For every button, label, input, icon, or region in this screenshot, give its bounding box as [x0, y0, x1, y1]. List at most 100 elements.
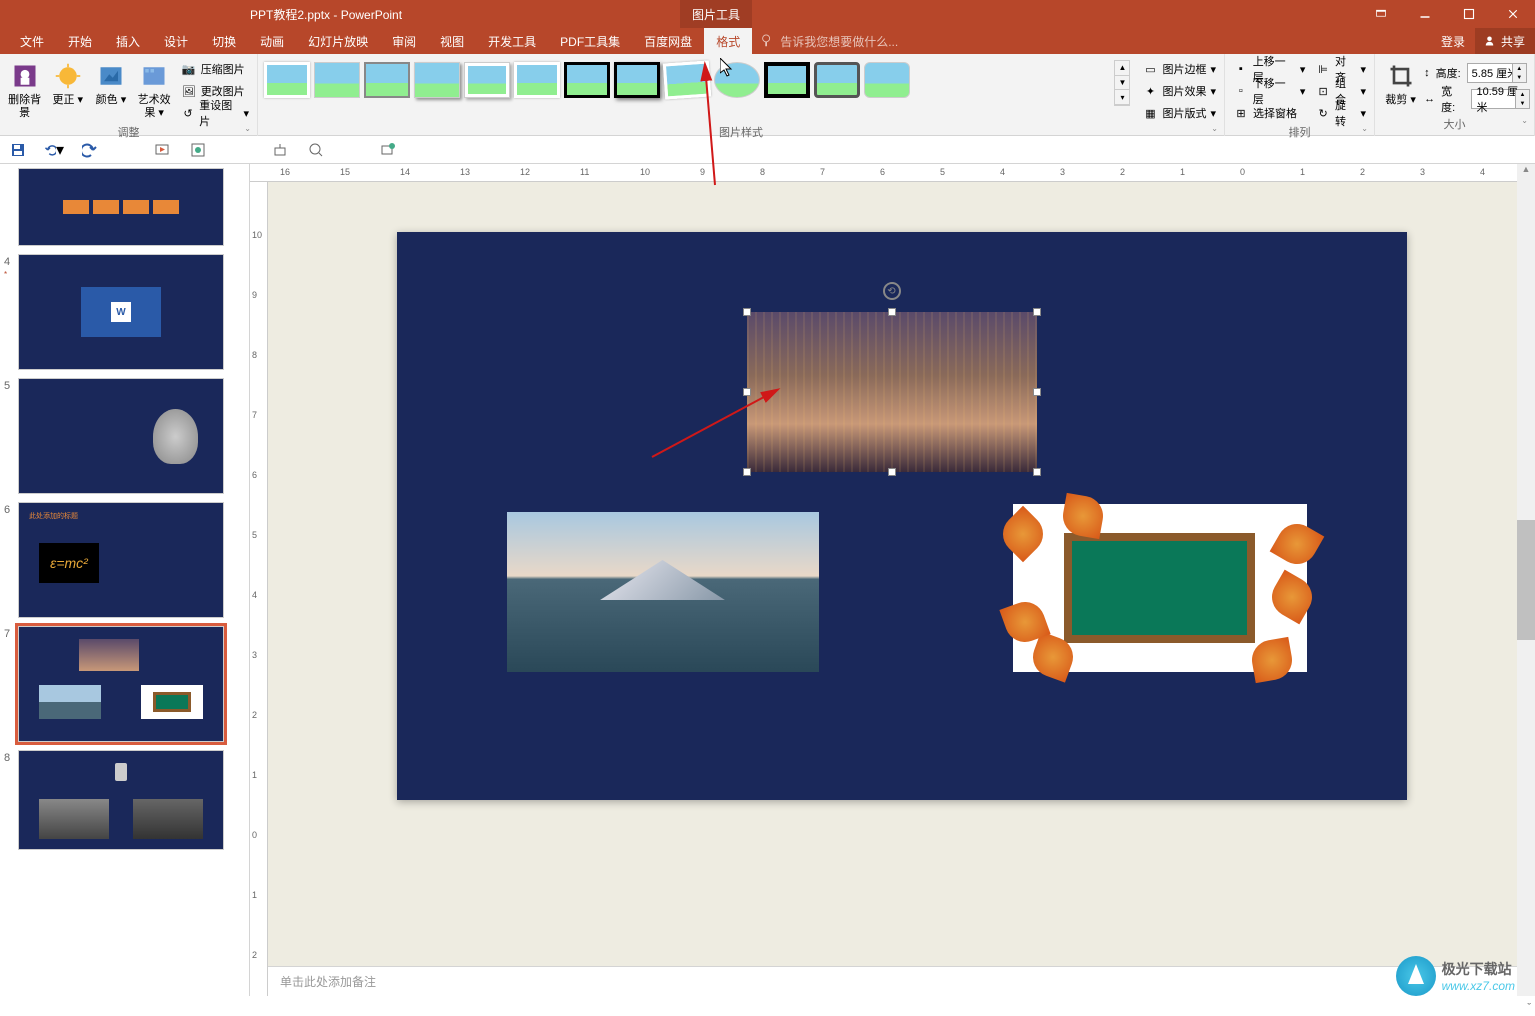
title-bar: PPT教程2.pptx - PowerPoint 图片工具 [0, 0, 1535, 28]
watermark-icon [1396, 956, 1436, 996]
picture-style-item[interactable] [564, 62, 610, 98]
resize-handle-nw[interactable] [743, 308, 751, 316]
scroll-thumb[interactable] [1517, 520, 1535, 640]
rotate-button[interactable]: ↻旋转 ▾ [1311, 102, 1370, 124]
qat-button-2[interactable] [270, 140, 290, 160]
selection-pane-button[interactable]: ⊞选择窗格 [1229, 102, 1309, 124]
undo-button[interactable]: ▾ [44, 140, 64, 160]
compress-pictures-button[interactable]: 📷压缩图片 [177, 58, 253, 80]
slide-thumbnail-8[interactable] [18, 750, 224, 850]
picture-style-item[interactable] [314, 62, 360, 98]
picture-style-item[interactable] [764, 62, 810, 98]
image-chalkboard-leaves[interactable] [1013, 504, 1307, 672]
vertical-scrollbar[interactable]: ▲ [1517, 164, 1535, 996]
corrections-button[interactable]: 更正 ▾ [47, 56, 88, 107]
vertical-ruler[interactable]: 10987654321012345678910 [250, 182, 268, 996]
image-mountain[interactable] [507, 512, 819, 672]
tab-animations[interactable]: 动画 [248, 28, 296, 54]
picture-layout-button[interactable]: ▦图片版式 ▾ [1138, 102, 1220, 124]
tab-format[interactable]: 格式 [704, 28, 752, 54]
height-down[interactable]: ▼ [1513, 73, 1526, 82]
slide-thumbnail-3-partial[interactable] [18, 168, 224, 246]
tab-file[interactable]: 文件 [8, 28, 56, 54]
save-button[interactable] [8, 140, 28, 160]
maximize-button[interactable] [1447, 0, 1491, 28]
ribbon-options-button[interactable] [1359, 0, 1403, 28]
resize-handle-e[interactable] [1033, 388, 1041, 396]
resize-handle-w[interactable] [743, 388, 751, 396]
width-down[interactable]: ▼ [1516, 99, 1529, 108]
picture-style-item[interactable] [614, 62, 660, 98]
share-button[interactable]: 共享 [1475, 28, 1535, 54]
qat-button[interactable] [188, 140, 208, 160]
close-button[interactable] [1491, 0, 1535, 28]
gallery-scroll-down[interactable]: ▼ [1115, 76, 1129, 91]
resize-handle-n[interactable] [888, 308, 896, 316]
resize-handle-s[interactable] [888, 468, 896, 476]
resize-handle-ne[interactable] [1033, 308, 1041, 316]
tab-pdf-tools[interactable]: PDF工具集 [548, 28, 632, 54]
picture-style-item[interactable] [264, 62, 310, 98]
send-backward-button[interactable]: ▫下移一层 ▾ [1229, 80, 1309, 102]
image-city-night[interactable]: ⟲ [747, 312, 1037, 472]
watermark: 极光下载站 www.xz7.com [1396, 956, 1515, 996]
watermark-en: www.xz7.com [1442, 979, 1515, 993]
slide-thumbnail-7[interactable] [18, 626, 224, 742]
tab-transitions[interactable]: 切换 [200, 28, 248, 54]
qat-button-4[interactable] [378, 140, 398, 160]
redo-button[interactable] [80, 140, 100, 160]
tab-slideshow[interactable]: 幻灯片放映 [296, 28, 380, 54]
qat-button-3[interactable] [306, 140, 326, 160]
picture-style-item[interactable] [364, 62, 410, 98]
resize-handle-se[interactable] [1033, 468, 1041, 476]
artistic-effects-button[interactable]: 艺术效果 ▾ [134, 56, 175, 120]
context-tab-label: 图片工具 [680, 0, 752, 28]
slide-thumbnail-panel[interactable]: 4* W 5 6 此处添加的标题 ε=mc² 7 [0, 164, 250, 996]
picture-style-item[interactable] [663, 60, 711, 99]
slide-number-6: 6 [4, 502, 18, 618]
slide-thumbnail-6[interactable]: 此处添加的标题 ε=mc² [18, 502, 224, 618]
tab-view[interactable]: 视图 [428, 28, 476, 54]
width-up[interactable]: ▲ [1516, 90, 1529, 99]
reset-picture-button[interactable]: ↺重设图片 ▾ [177, 102, 253, 124]
rotate-handle[interactable]: ⟲ [883, 282, 901, 300]
slide-thumbnail-4[interactable]: W [18, 254, 224, 370]
slide-thumbnail-5[interactable] [18, 378, 224, 494]
scroll-up-button[interactable]: ▲ [1517, 164, 1535, 180]
login-button[interactable]: 登录 [1431, 33, 1475, 50]
picture-border-button[interactable]: ▭图片边框 ▾ [1138, 58, 1220, 80]
minimize-button[interactable] [1403, 0, 1447, 28]
tab-review[interactable]: 审阅 [380, 28, 428, 54]
slide-canvas[interactable]: ⟲ [397, 232, 1407, 800]
width-input[interactable]: 10.59 厘米 ▲▼ [1471, 89, 1530, 109]
crop-button[interactable]: 裁剪 ▾ [1379, 56, 1422, 107]
main-area: 4* W 5 6 此处添加的标题 ε=mc² 7 [0, 164, 1535, 996]
remove-background-button[interactable]: 删除背景 [4, 56, 45, 120]
tab-design[interactable]: 设计 [152, 28, 200, 54]
notes-pane[interactable]: 单击此处添加备注 [268, 966, 1535, 996]
tell-me-search[interactable]: 告诉我您想要做什么... [752, 33, 898, 50]
picture-styles-gallery[interactable] [262, 56, 1112, 100]
picture-style-item[interactable] [464, 62, 510, 98]
tab-developer[interactable]: 开发工具 [476, 28, 548, 54]
resize-handle-sw[interactable] [743, 468, 751, 476]
gallery-more[interactable]: ▾ [1115, 90, 1129, 105]
tab-home[interactable]: 开始 [56, 28, 104, 54]
gallery-scroll-up[interactable]: ▲ [1115, 61, 1129, 76]
picture-effects-button[interactable]: ✦图片效果 ▾ [1138, 80, 1220, 102]
picture-style-item[interactable] [814, 62, 860, 98]
tab-insert[interactable]: 插入 [104, 28, 152, 54]
picture-style-item[interactable] [514, 62, 560, 98]
horizontal-ruler[interactable]: 1615141312111098765432101234567891011121… [250, 164, 1535, 182]
collapse-ribbon-button[interactable]: ˇ [1527, 1002, 1531, 1014]
start-from-beginning-button[interactable] [152, 140, 172, 160]
picture-style-item[interactable] [714, 62, 760, 98]
height-input[interactable]: 5.85 厘米 ▲▼ [1467, 63, 1527, 83]
color-button[interactable]: 颜色 ▾ [90, 56, 131, 107]
tab-baidu-netdisk[interactable]: 百度网盘 [632, 28, 704, 54]
slide-number-4: 4* [4, 254, 18, 370]
picture-style-item[interactable] [414, 62, 460, 98]
height-up[interactable]: ▲ [1513, 64, 1526, 73]
width-label: 宽度: [1441, 83, 1465, 115]
picture-style-item[interactable] [864, 62, 910, 98]
